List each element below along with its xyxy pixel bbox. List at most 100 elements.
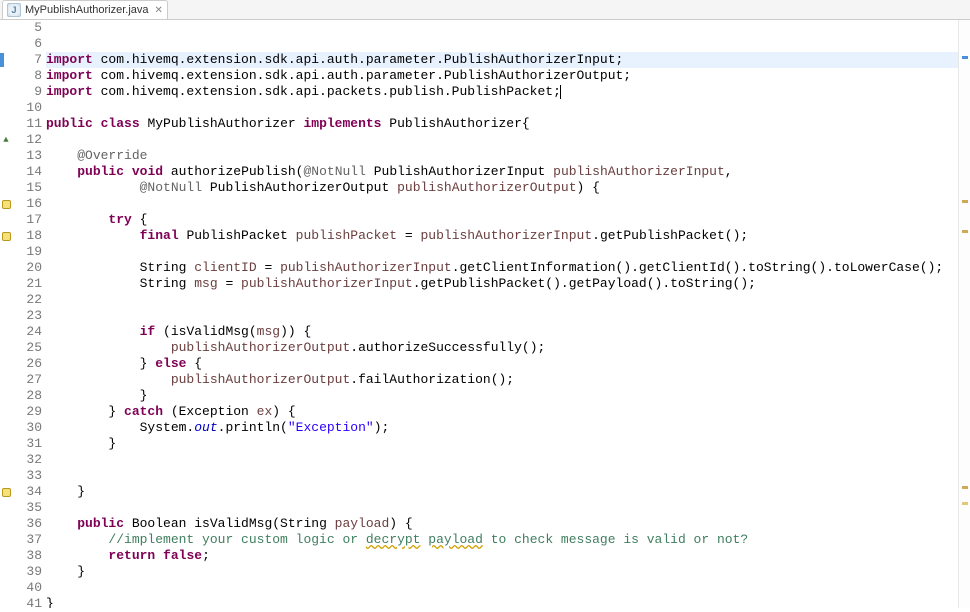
gutter-marker <box>0 228 12 244</box>
code-area[interactable]: import com.hivemq.extension.sdk.api.auth… <box>46 20 970 608</box>
line-number: 23 <box>12 308 42 324</box>
gutter-marker <box>0 580 12 596</box>
code-line[interactable]: } <box>46 484 970 500</box>
code-line[interactable]: @NotNull PublishAuthorizerOutput publish… <box>46 180 970 196</box>
code-line[interactable]: public class MyPublishAuthorizer impleme… <box>46 116 970 132</box>
code-line[interactable]: System.out.println("Exception"); <box>46 420 970 436</box>
line-number: 9 <box>12 84 42 100</box>
gutter-marker <box>0 516 12 532</box>
line-number: 33 <box>12 468 42 484</box>
change-marker-icon <box>0 53 4 67</box>
gutter-marker <box>0 196 12 212</box>
java-file-icon: J <box>7 3 21 17</box>
code-line[interactable]: } <box>46 388 970 404</box>
gutter-marker <box>0 116 12 132</box>
warning-icon <box>2 200 11 209</box>
code-line[interactable] <box>46 196 970 212</box>
code-line[interactable] <box>46 468 970 484</box>
code-line[interactable]: publishAuthorizerOutput.failAuthorizatio… <box>46 372 970 388</box>
code-line[interactable] <box>46 244 970 260</box>
warning-icon <box>2 488 11 497</box>
line-number: 30 <box>12 420 42 436</box>
code-line[interactable]: public Boolean isValidMsg(String payload… <box>46 516 970 532</box>
line-number: 13 <box>12 148 42 164</box>
code-line[interactable]: @Override <box>46 148 970 164</box>
code-line[interactable]: return false; <box>46 548 970 564</box>
gutter-marker <box>0 388 12 404</box>
marker-column: ▲ <box>0 20 12 608</box>
code-line[interactable]: } <box>46 436 970 452</box>
code-line[interactable] <box>46 308 970 324</box>
gutter-marker <box>0 356 12 372</box>
line-number: 14 <box>12 164 42 180</box>
code-line[interactable]: String msg = publishAuthorizerInput.getP… <box>46 276 970 292</box>
gutter-marker <box>0 324 12 340</box>
gutter-marker <box>0 436 12 452</box>
gutter-marker <box>0 52 12 68</box>
line-number: 31 <box>12 436 42 452</box>
gutter-marker <box>0 276 12 292</box>
gutter-marker <box>0 84 12 100</box>
line-number: 27 <box>12 372 42 388</box>
gutter-marker <box>0 20 12 36</box>
line-number: 24 <box>12 324 42 340</box>
code-line[interactable]: import com.hivemq.extension.sdk.api.pack… <box>46 84 970 100</box>
line-number: 40 <box>12 580 42 596</box>
gutter-marker <box>0 340 12 356</box>
editor-tab[interactable]: J MyPublishAuthorizer.java ✕ <box>2 0 168 19</box>
line-number: 10 <box>12 100 42 116</box>
code-line[interactable]: publishAuthorizerOutput.authorizeSuccess… <box>46 340 970 356</box>
gutter-marker <box>0 564 12 580</box>
code-editor[interactable]: ▲ 56789101112131415161718192021222324252… <box>0 20 970 608</box>
code-line[interactable]: import com.hivemq.extension.sdk.api.auth… <box>46 68 970 84</box>
gutter-marker <box>0 452 12 468</box>
line-number: 28 <box>12 388 42 404</box>
line-number: 11 <box>12 116 42 132</box>
code-line[interactable]: } catch (Exception ex) { <box>46 404 970 420</box>
close-icon[interactable]: ✕ <box>153 5 163 16</box>
line-number: 18 <box>12 228 42 244</box>
code-line[interactable] <box>46 292 970 308</box>
line-number: 29 <box>12 404 42 420</box>
gutter-marker <box>0 164 12 180</box>
override-icon: ▲ <box>3 132 8 148</box>
code-line[interactable]: //implement your custom logic or decrypt… <box>46 532 970 548</box>
gutter-marker <box>0 308 12 324</box>
tab-bar: J MyPublishAuthorizer.java ✕ <box>0 0 970 20</box>
gutter-marker <box>0 500 12 516</box>
code-line[interactable] <box>46 132 970 148</box>
gutter-marker <box>0 180 12 196</box>
text-caret <box>560 85 561 99</box>
gutter-marker <box>0 292 12 308</box>
line-number-gutter: 5678910111213141516171819202122232425262… <box>12 20 46 608</box>
code-line[interactable]: } else { <box>46 356 970 372</box>
warning-icon <box>2 232 11 241</box>
line-number: 21 <box>12 276 42 292</box>
line-number: 26 <box>12 356 42 372</box>
code-line[interactable]: if (isValidMsg(msg)) { <box>46 324 970 340</box>
line-number: 34 <box>12 484 42 500</box>
code-line[interactable]: final PublishPacket publishPacket = publ… <box>46 228 970 244</box>
code-line[interactable] <box>46 580 970 596</box>
line-number: 7 <box>12 52 42 68</box>
gutter-marker <box>0 100 12 116</box>
code-line[interactable]: String clientID = publishAuthorizerInput… <box>46 260 970 276</box>
gutter-marker: ▲ <box>0 132 12 148</box>
line-number: 12 <box>12 132 42 148</box>
gutter-marker <box>0 532 12 548</box>
code-line[interactable] <box>46 100 970 116</box>
gutter-marker <box>0 596 12 612</box>
code-line[interactable]: } <box>46 564 970 580</box>
line-number: 15 <box>12 180 42 196</box>
code-line[interactable] <box>46 452 970 468</box>
line-number: 38 <box>12 548 42 564</box>
gutter-marker <box>0 468 12 484</box>
line-number: 17 <box>12 212 42 228</box>
code-line[interactable] <box>46 500 970 516</box>
code-line[interactable]: } <box>46 596 970 608</box>
code-line[interactable]: try { <box>46 212 970 228</box>
code-line[interactable]: public void authorizePublish(@NotNull Pu… <box>46 164 970 180</box>
code-line[interactable]: import com.hivemq.extension.sdk.api.auth… <box>46 52 970 68</box>
gutter-marker <box>0 260 12 276</box>
gutter-marker <box>0 404 12 420</box>
